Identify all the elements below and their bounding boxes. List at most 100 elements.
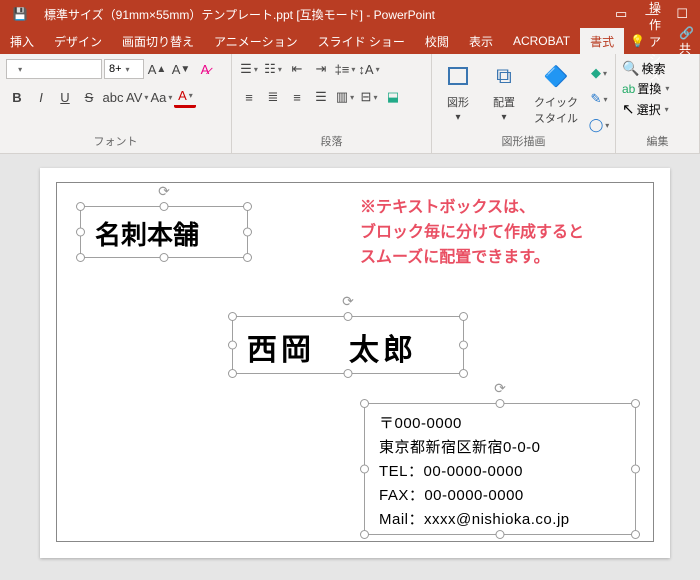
quick-styles-button[interactable]: 🔷 クイック スタイル: [530, 58, 582, 128]
tab-review[interactable]: 校閲: [415, 28, 459, 54]
select-button[interactable]: ↖選択: [622, 100, 693, 118]
resize-handle[interactable]: [160, 253, 169, 262]
strike-button[interactable]: S: [78, 86, 100, 108]
change-case-button[interactable]: Aa: [150, 86, 172, 108]
align-center-button[interactable]: ≣: [262, 86, 284, 108]
textbox-company[interactable]: ⟳ 名刺本舗: [80, 206, 248, 258]
smartart-button[interactable]: ⬓: [382, 86, 404, 108]
slide-canvas[interactable]: ※テキストボックスは、 ブロック毎に分けて作成すると スムーズに配置できます。 …: [0, 154, 700, 580]
resize-handle[interactable]: [228, 312, 237, 321]
line-spacing-button[interactable]: ‡≡: [334, 58, 356, 80]
resize-handle[interactable]: [631, 399, 640, 408]
spacing-button[interactable]: AV: [126, 86, 148, 108]
resize-handle[interactable]: [76, 202, 85, 211]
textbox-name[interactable]: ⟳ 西岡 太郎: [232, 316, 464, 374]
indent-decrease-button[interactable]: ⇤: [286, 58, 308, 80]
tab-animation[interactable]: アニメーション: [204, 28, 308, 54]
tab-design[interactable]: デザイン: [44, 28, 112, 54]
resize-handle[interactable]: [76, 253, 85, 262]
save-icon[interactable]: 💾: [13, 7, 28, 21]
resize-handle[interactable]: [76, 228, 85, 237]
columns-button[interactable]: ▥: [334, 86, 356, 108]
shape-fill-button[interactable]: ◆: [588, 62, 610, 84]
share-button[interactable]: 🔗 共: [673, 28, 700, 54]
maximize-icon[interactable]: ☐: [676, 6, 688, 22]
group-label-editing: 編集: [622, 131, 693, 153]
align-justify-button[interactable]: ☰: [310, 86, 332, 108]
replace-button[interactable]: ab置換: [622, 80, 693, 97]
tab-transition[interactable]: 画面切り替え: [112, 28, 204, 54]
ribbon-display-icon[interactable]: ▭: [615, 6, 627, 22]
shapes-button[interactable]: 図形 ▾: [438, 58, 478, 125]
resize-handle[interactable]: [360, 399, 369, 408]
clear-format-icon[interactable]: A̷: [194, 58, 216, 80]
replace-icon: ab: [622, 82, 635, 96]
shape-outline-button[interactable]: ✎: [588, 88, 610, 110]
align-right-button[interactable]: ≡: [286, 86, 308, 108]
window-title: 標準サイズ（91mm×55mm）テンプレート.ppt [互換モード] - Pow…: [40, 6, 603, 23]
select-label: 選択: [637, 101, 661, 118]
address-fax: FAX：00-0000-0000: [379, 484, 621, 508]
rotate-handle-icon[interactable]: ⟳: [158, 183, 170, 200]
bold-button[interactable]: B: [6, 86, 28, 108]
slide[interactable]: ※テキストボックスは、 ブロック毎に分けて作成すると スムーズに配置できます。 …: [40, 168, 670, 558]
resize-handle[interactable]: [360, 465, 369, 474]
resize-handle[interactable]: [228, 369, 237, 378]
text-direction-button[interactable]: ↕A: [358, 58, 380, 80]
resize-handle[interactable]: [631, 465, 640, 474]
tell-me[interactable]: 💡 操作アシス: [624, 28, 673, 54]
find-label: 検索: [641, 60, 665, 77]
resize-handle[interactable]: [496, 399, 505, 408]
tab-insert[interactable]: 挿入: [0, 28, 44, 54]
numbering-button[interactable]: ☷: [262, 58, 284, 80]
align-left-button[interactable]: ≡: [238, 86, 260, 108]
search-icon: 🔍: [622, 60, 639, 77]
replace-label: 置換: [637, 80, 661, 97]
rotate-handle-icon[interactable]: ⟳: [494, 380, 506, 397]
resize-handle[interactable]: [459, 369, 468, 378]
font-color-button[interactable]: A: [174, 86, 196, 108]
group-label-paragraph: 段落: [238, 131, 425, 153]
bulb-icon: 💡: [630, 34, 645, 48]
resize-handle[interactable]: [243, 228, 252, 237]
tab-format[interactable]: 書式: [580, 28, 624, 54]
resize-handle[interactable]: [243, 253, 252, 262]
bullets-button[interactable]: ☰: [238, 58, 260, 80]
resize-handle[interactable]: [631, 530, 640, 539]
resize-handle[interactable]: [496, 530, 505, 539]
title-bar: 💾 標準サイズ（91mm×55mm）テンプレート.ppt [互換モード] - P…: [0, 0, 700, 28]
increase-font-icon[interactable]: A▲: [146, 58, 168, 80]
find-button[interactable]: 🔍検索: [622, 60, 693, 77]
tab-slideshow[interactable]: スライド ショー: [308, 28, 415, 54]
resize-handle[interactable]: [228, 341, 237, 350]
tab-acrobat[interactable]: ACROBAT: [503, 28, 580, 54]
arrange-icon: ⧉: [488, 60, 520, 92]
resize-handle[interactable]: [344, 312, 353, 321]
textbox-address[interactable]: ⟳ 〒000-0000 東京都新宿区新宿0-0-0 TEL：00-0000-00…: [364, 403, 636, 535]
tab-view[interactable]: 表示: [459, 28, 503, 54]
underline-button[interactable]: U: [54, 86, 76, 108]
note-line-1: ※テキストボックスは、: [360, 196, 584, 221]
note-line-3: スムーズに配置できます。: [360, 246, 584, 271]
decrease-font-icon[interactable]: A▼: [170, 58, 192, 80]
rotate-handle-icon[interactable]: ⟳: [342, 293, 354, 310]
arrange-button[interactable]: ⧉ 配置 ▾: [484, 58, 524, 125]
instruction-note: ※テキストボックスは、 ブロック毎に分けて作成すると スムーズに配置できます。: [360, 196, 584, 270]
resize-handle[interactable]: [344, 369, 353, 378]
resize-handle[interactable]: [459, 341, 468, 350]
select-icon: ↖: [622, 100, 635, 118]
indent-increase-button[interactable]: ⇥: [310, 58, 332, 80]
address-tel: TEL：00-0000-0000: [379, 460, 621, 484]
group-paragraph: ☰ ☷ ⇤ ⇥ ‡≡ ↕A ≡ ≣ ≡ ☰ ▥ ⊟ ⬓ 段落: [232, 54, 432, 153]
align-text-button[interactable]: ⊟: [358, 86, 380, 108]
resize-handle[interactable]: [243, 202, 252, 211]
ribbon-tabs: 挿入 デザイン 画面切り替え アニメーション スライド ショー 校閲 表示 AC…: [0, 28, 700, 54]
name-text: 西岡 太郎: [233, 317, 463, 377]
resize-handle[interactable]: [360, 530, 369, 539]
italic-button[interactable]: I: [30, 86, 52, 108]
font-size-selector[interactable]: 8+: [104, 59, 144, 79]
resize-handle[interactable]: [160, 202, 169, 211]
shadow-button[interactable]: abc: [102, 86, 124, 108]
font-family-selector[interactable]: [6, 59, 102, 79]
resize-handle[interactable]: [459, 312, 468, 321]
